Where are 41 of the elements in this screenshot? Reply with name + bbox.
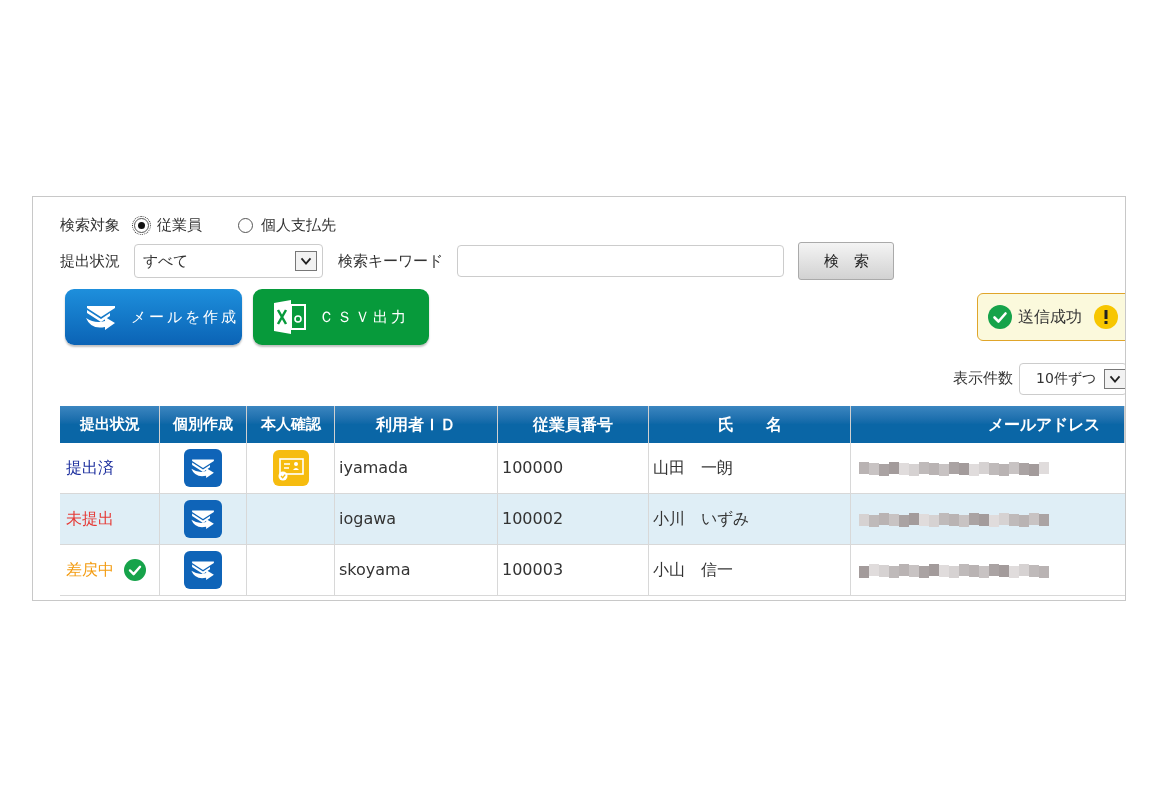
caret-icon — [295, 251, 317, 271]
table-cell: iogawa — [335, 494, 498, 544]
radio-option[interactable]: 個人支払先 — [238, 213, 336, 237]
search-button[interactable]: 検 索 — [798, 242, 894, 280]
table-cell: 小川 いずみ — [649, 494, 851, 544]
check-icon — [988, 305, 1012, 329]
page-size-dropdown[interactable]: 10件ずつ — [1019, 362, 1125, 395]
radio-option[interactable]: 従業員 — [134, 213, 202, 237]
spreadsheet-icon — [271, 299, 307, 335]
table-cell: 100003 — [498, 545, 649, 595]
compose-mail-button[interactable] — [184, 449, 222, 487]
compose-mail-button[interactable]: メールを作成 — [65, 289, 242, 345]
table-row[interactable]: 差戻中 skoyama 100003 小山 信一 — [60, 545, 1125, 596]
warning-icon — [1094, 305, 1118, 329]
field-label: 検索対象 — [60, 214, 120, 236]
table-cell: iyamada — [335, 443, 498, 493]
mail-icon — [189, 558, 217, 582]
table-cell: 100000 — [498, 443, 649, 493]
radio-button[interactable] — [134, 217, 149, 233]
status-text: 未提出 — [66, 508, 114, 530]
table-cell: 山田 一朗 — [649, 443, 851, 493]
status-dropdown[interactable]: すべて — [134, 244, 323, 278]
compose-mail-button[interactable] — [184, 500, 222, 538]
mail-icon — [189, 456, 217, 480]
csv-export-button[interactable]: ＣＳＶ出力 — [253, 289, 429, 345]
table-cell: skoyama — [335, 545, 498, 595]
toast-text: 送信成功 — [1018, 306, 1082, 328]
status-text: 差戻中 — [66, 559, 114, 581]
field-label: 表示件数 — [953, 368, 1013, 390]
keyword-field[interactable] — [457, 245, 784, 277]
compose-mail-button[interactable] — [184, 551, 222, 589]
table-cell: 100002 — [498, 494, 649, 544]
field-label: 検索キーワード — [338, 250, 443, 272]
table-row[interactable]: 提出済 iyamada 100000 山田 一朗 — [60, 443, 1125, 494]
table-cell: 小山 信一 — [649, 545, 851, 595]
field-label: 提出状況 — [60, 250, 120, 272]
status-text: 提出済 — [66, 457, 114, 479]
caret-icon — [1104, 368, 1125, 389]
mail-icon — [189, 507, 217, 531]
table-row[interactable]: 未提出 iogawa 100002 小川 いずみ — [60, 494, 1125, 545]
radio-button[interactable] — [238, 217, 253, 233]
